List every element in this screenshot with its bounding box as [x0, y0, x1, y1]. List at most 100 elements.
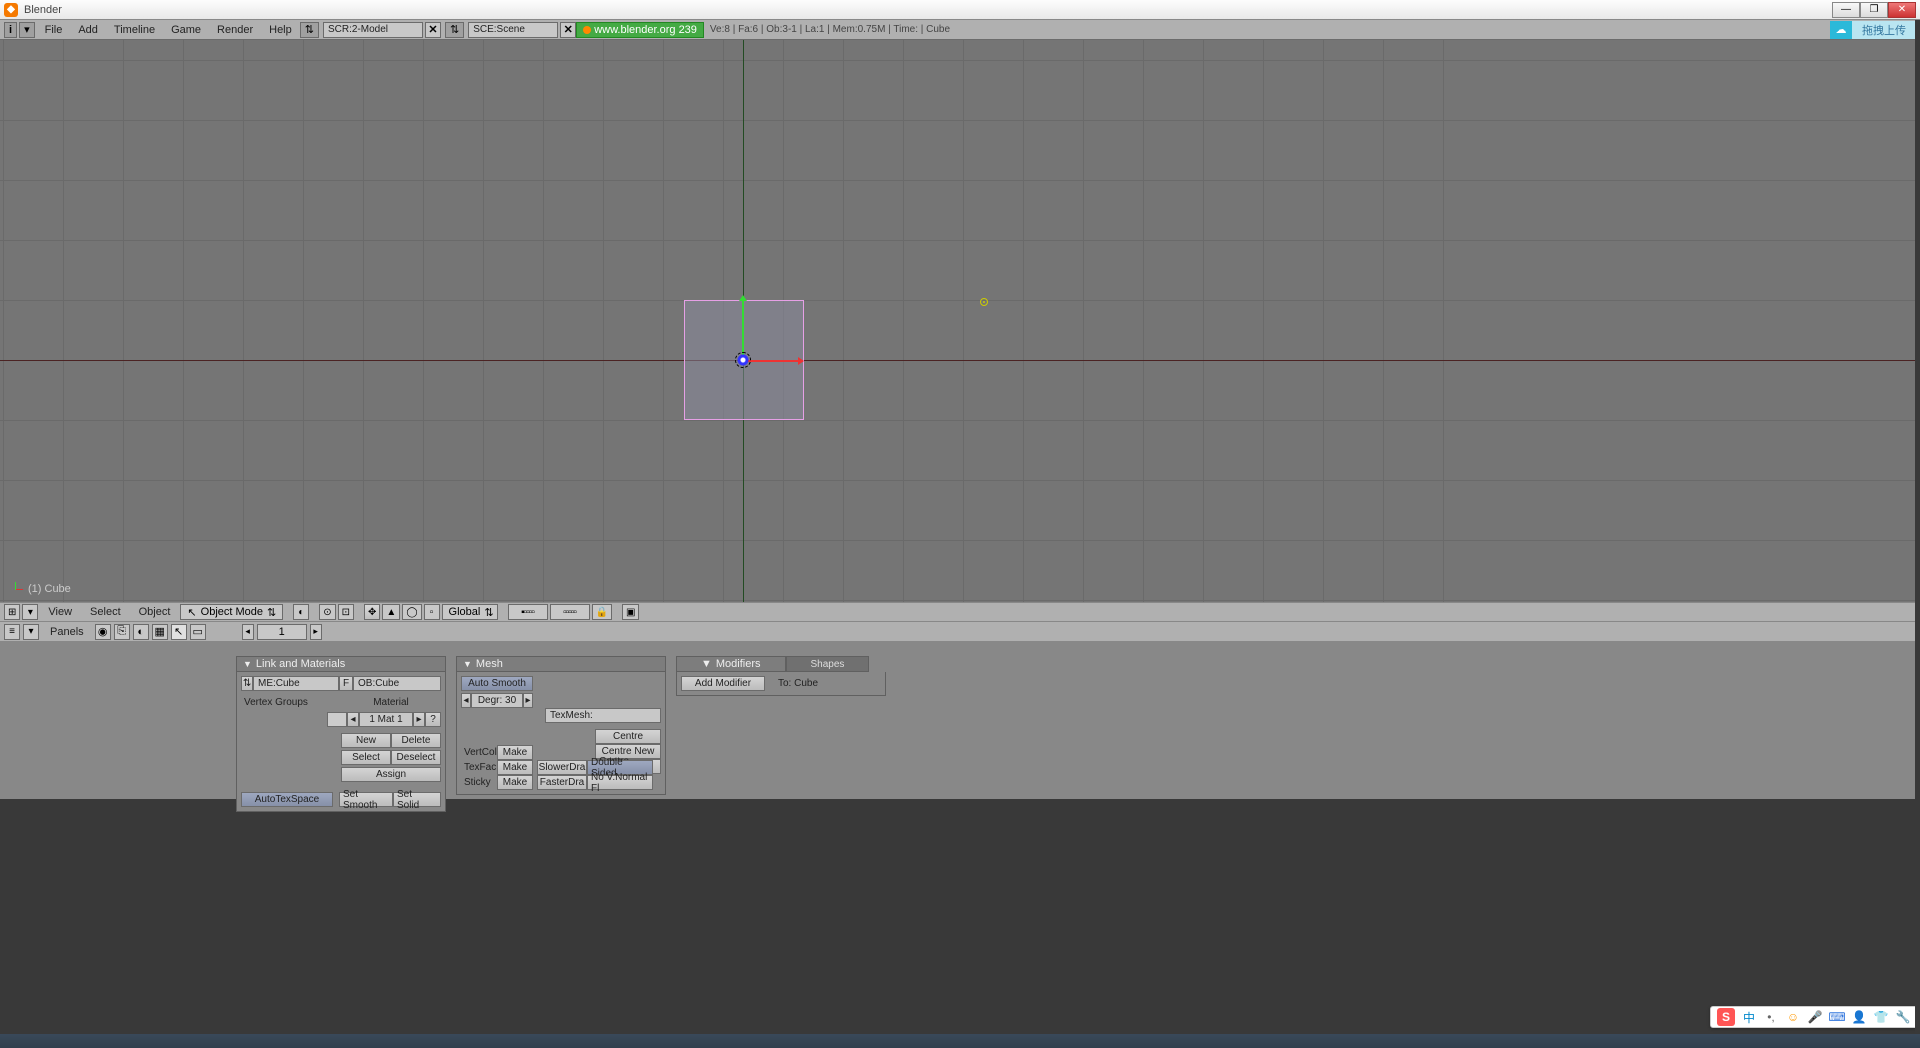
- maximize-button[interactable]: ❐: [1860, 2, 1888, 18]
- material-index-field[interactable]: 1 Mat 1: [359, 712, 413, 727]
- manipulator-toggle[interactable]: ✥: [364, 604, 380, 620]
- mat-prev-button[interactable]: ◂: [347, 712, 359, 727]
- mat-select-button[interactable]: Select: [341, 750, 391, 765]
- texmesh-field[interactable]: TexMesh:: [545, 708, 661, 723]
- lamp-object[interactable]: [980, 298, 988, 306]
- autotexspace-button[interactable]: AutoTexSpace: [241, 792, 333, 807]
- fake-user-button[interactable]: F: [339, 676, 353, 691]
- draw-type-icon[interactable]: ◐: [293, 604, 309, 620]
- orientation-selector[interactable]: Global⇅: [442, 604, 498, 620]
- frame-field[interactable]: 1: [257, 624, 307, 640]
- ime-settings-icon[interactable]: 🔧: [1895, 1009, 1911, 1025]
- layer-buttons-2[interactable]: ▫▫▫▫▫: [550, 604, 590, 620]
- menu-help[interactable]: Help: [261, 24, 300, 36]
- add-modifier-button[interactable]: Add Modifier: [681, 676, 765, 691]
- auto-smooth-button[interactable]: Auto Smooth: [461, 676, 533, 691]
- scale-manipulator-icon[interactable]: ▫: [424, 604, 440, 620]
- 3d-viewport[interactable]: // grid lines drawn after data load belo…: [0, 40, 1920, 602]
- translate-manipulator-icon[interactable]: ▲: [382, 604, 400, 620]
- degr-next-button[interactable]: ▸: [523, 693, 533, 708]
- mesh-name-field[interactable]: ME:Cube: [253, 676, 339, 691]
- gizmo-y-arrow[interactable]: [742, 300, 744, 360]
- sticky-make-button[interactable]: Make: [497, 775, 533, 790]
- ime-emoji-icon[interactable]: ☺: [1785, 1009, 1801, 1025]
- vertcol-make-button[interactable]: Make: [497, 745, 533, 760]
- context-logic-icon[interactable]: ◉: [95, 624, 111, 640]
- screen-delete-button[interactable]: ✕: [425, 22, 441, 38]
- buttons-collapse-icon[interactable]: ▾: [23, 624, 39, 640]
- ime-voice-icon[interactable]: 🎤: [1807, 1009, 1823, 1025]
- tab-modifiers[interactable]: ▼Modifiers: [676, 656, 786, 672]
- context-editing-icon[interactable]: ↖: [171, 624, 187, 640]
- mat-deselect-button[interactable]: Deselect: [391, 750, 441, 765]
- tab-shapes[interactable]: Shapes: [786, 656, 870, 672]
- rotate-manipulator-icon[interactable]: ◯: [402, 604, 421, 620]
- lock-layers-icon[interactable]: 🔒: [592, 604, 612, 620]
- blender-website-link[interactable]: www.blender.org 239: [576, 22, 704, 38]
- degr-prev-button[interactable]: ◂: [461, 693, 471, 708]
- window-type-icon[interactable]: i: [4, 22, 17, 38]
- pivot-icon[interactable]: ⊙: [319, 604, 335, 620]
- mesh-header[interactable]: ▼Mesh: [456, 656, 666, 672]
- degr-field[interactable]: Degr: 30: [471, 693, 523, 708]
- menu-file[interactable]: File: [37, 24, 71, 36]
- minimize-button[interactable]: —: [1832, 2, 1860, 18]
- centre-button[interactable]: Centre: [595, 729, 661, 744]
- ime-skin-icon[interactable]: 👕: [1873, 1009, 1889, 1025]
- object-name-field[interactable]: OB:Cube: [353, 676, 441, 691]
- close-button[interactable]: ✕: [1888, 2, 1916, 18]
- windows-taskbar[interactable]: [0, 1034, 1920, 1048]
- header-collapse-icon[interactable]: ▾: [19, 22, 35, 38]
- context-object-icon[interactable]: ▦: [152, 624, 168, 640]
- buttons-type-icon[interactable]: ≡: [4, 624, 20, 640]
- screen-browse-icon[interactable]: ⇅: [300, 22, 319, 38]
- fasterdra-button[interactable]: FasterDra: [537, 775, 587, 790]
- set-smooth-button[interactable]: Set Smooth: [339, 792, 393, 807]
- context-scene-icon[interactable]: ▭: [190, 624, 206, 640]
- modifiers-panel: ▼Modifiers Shapes Add Modifier To: Cube: [676, 656, 886, 696]
- me-browse-icon[interactable]: ⇅: [241, 676, 253, 691]
- upload-badge[interactable]: ☁ 拖拽上传: [1830, 21, 1916, 39]
- ime-keyboard-icon[interactable]: ⌨: [1829, 1009, 1845, 1025]
- material-swatch[interactable]: [327, 712, 347, 727]
- context-script-icon[interactable]: ⎘: [114, 624, 130, 640]
- scene-browse-icon[interactable]: ⇅: [445, 22, 464, 38]
- menu-add[interactable]: Add: [70, 24, 106, 36]
- screen-selector[interactable]: SCR:2-Model: [323, 22, 423, 38]
- sogou-logo-icon[interactable]: S: [1717, 1008, 1735, 1026]
- mat-next-button[interactable]: ▸: [413, 712, 425, 727]
- context-shading-icon[interactable]: ◐: [133, 624, 149, 640]
- menu-object[interactable]: Object: [131, 606, 179, 618]
- mat-new-button[interactable]: New: [341, 733, 391, 748]
- set-solid-button[interactable]: Set Solid: [393, 792, 441, 807]
- ime-toolbar[interactable]: S 中 •, ☺ 🎤 ⌨ 👤 👕 🔧: [1710, 1006, 1918, 1028]
- render-preview-icon[interactable]: ▣: [622, 604, 639, 620]
- gizmo-x-arrow[interactable]: [743, 360, 803, 362]
- menu-select[interactable]: Select: [82, 606, 129, 618]
- ime-punct-icon[interactable]: •,: [1763, 1009, 1779, 1025]
- pivot-align-icon[interactable]: ⊡: [338, 604, 354, 620]
- menu-game[interactable]: Game: [163, 24, 209, 36]
- texfac-make-button[interactable]: Make: [497, 760, 533, 775]
- frame-prev-button[interactable]: ◂: [242, 624, 254, 640]
- 3d-cursor[interactable]: [735, 352, 751, 368]
- mat-delete-button[interactable]: Delete: [391, 733, 441, 748]
- scene-selector[interactable]: SCE:Scene: [468, 22, 558, 38]
- view-collapse-icon[interactable]: ▾: [22, 604, 38, 620]
- slowerdra-button[interactable]: SlowerDra: [537, 760, 587, 775]
- view-type-icon[interactable]: ⊞: [4, 604, 20, 620]
- no-vnormal-flip-button[interactable]: No V.Normal Fl: [587, 775, 653, 790]
- ime-lang-button[interactable]: 中: [1741, 1009, 1757, 1025]
- menu-panels[interactable]: Panels: [42, 626, 92, 638]
- scene-delete-button[interactable]: ✕: [560, 22, 576, 38]
- frame-next-button[interactable]: ▸: [310, 624, 322, 640]
- link-materials-header[interactable]: ▼Link and Materials: [236, 656, 446, 672]
- mat-help-button[interactable]: ?: [425, 712, 441, 727]
- menu-view[interactable]: View: [40, 606, 80, 618]
- menu-render[interactable]: Render: [209, 24, 261, 36]
- mat-assign-button[interactable]: Assign: [341, 767, 441, 782]
- layer-buttons-1[interactable]: ▪▫▫▫▫: [508, 604, 548, 620]
- mode-selector[interactable]: ↖Object Mode⇅: [180, 604, 283, 620]
- menu-timeline[interactable]: Timeline: [106, 24, 163, 36]
- ime-user-icon[interactable]: 👤: [1851, 1009, 1867, 1025]
